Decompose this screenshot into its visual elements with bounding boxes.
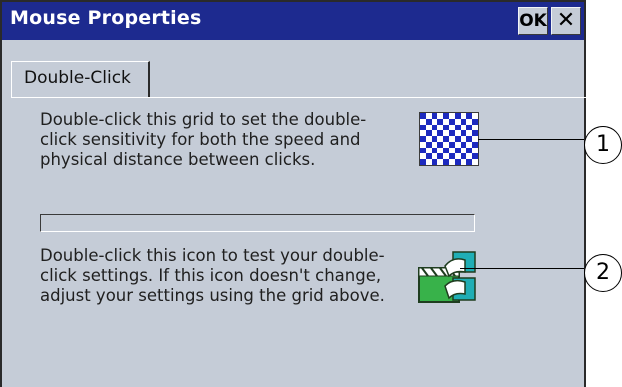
grid-instructions: Double-click this grid to set the double… — [40, 110, 367, 169]
callout-2-line — [460, 268, 584, 269]
ok-button[interactable]: OK — [518, 7, 548, 35]
tab-panel-border — [11, 97, 586, 98]
dialog-title: Mouse Properties — [10, 7, 202, 29]
test-instructions: Double-click this icon to test your doub… — [40, 246, 385, 305]
clapperboard-test-icon — [418, 251, 476, 303]
separator — [40, 214, 475, 232]
callout-1-badge: 1 — [584, 126, 622, 164]
grid-cell — [472, 159, 478, 165]
mouse-properties-dialog: Mouse Properties OK ✕ Double-Click Doubl… — [0, 0, 586, 387]
double-click-sensitivity-grid[interactable] — [419, 112, 479, 166]
double-click-test-icon[interactable] — [415, 248, 479, 306]
callout-2-badge: 2 — [584, 254, 622, 292]
title-bar: Mouse Properties OK ✕ — [2, 2, 584, 40]
close-button[interactable]: ✕ — [551, 7, 581, 35]
callout-1-line — [478, 139, 584, 140]
tab-double-click[interactable]: Double-Click — [11, 61, 150, 97]
